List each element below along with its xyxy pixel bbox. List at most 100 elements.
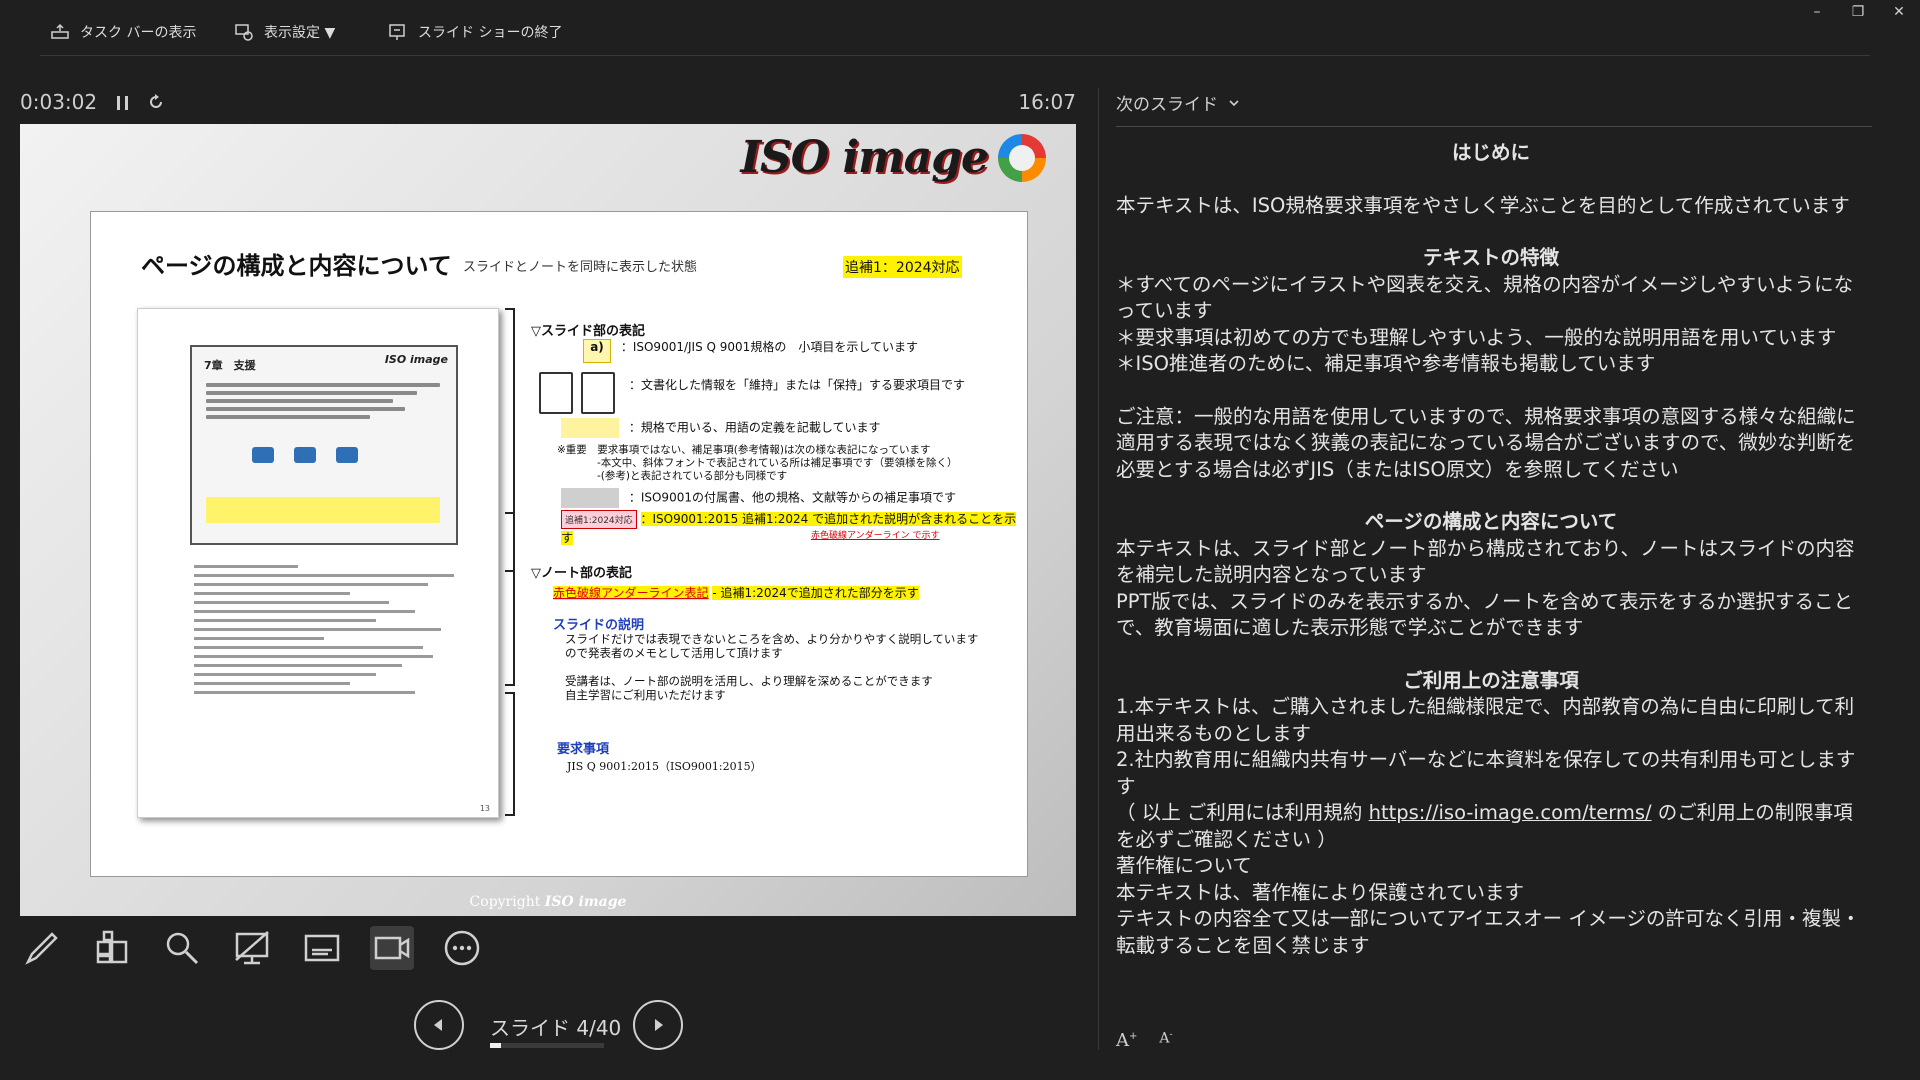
legend-annex: ：ISO9001の付属書、他の規格、文献等からの補足事項です — [628, 490, 956, 505]
requirement-heading: 要求事項 — [557, 742, 610, 757]
slide-progress-fill — [490, 1043, 502, 1048]
term-color-swatch — [561, 418, 619, 438]
annex-color-swatch — [561, 488, 619, 508]
slide-title: ページの構成と内容について — [141, 252, 452, 280]
notes-usage-3: （ 以上 ご利用には利用規約 https://iso-image.com/ter… — [1116, 800, 1866, 853]
camera-button[interactable] — [370, 926, 414, 970]
toolbar-divider — [40, 55, 1870, 56]
legend-subclause: ：ISO9001/JIS Q 9001規格の 小項目を示しています — [620, 340, 918, 354]
slide-copyright: Copyright ISO image — [20, 894, 1076, 910]
copyright-brand: ISO image — [544, 894, 627, 910]
presenter-tools — [20, 926, 484, 970]
next-slide-button[interactable] — [633, 1000, 683, 1050]
requirement-text: JIS Q 9001:2015（ISO9001:2015） — [567, 760, 762, 773]
explanation-heading: スライドの説明 — [553, 618, 645, 633]
speaker-notes[interactable]: はじめに 本テキストは、ISO規格要求事項をやさしく学ぶことを目的として作成され… — [1116, 140, 1866, 959]
maintain-document-icon — [539, 372, 573, 414]
explanation-line-4: 自主学習にご利用いただけます — [565, 688, 726, 702]
pen-icon — [25, 932, 58, 965]
triangle-right-icon — [655, 1019, 663, 1031]
pen-tool-button[interactable] — [20, 926, 64, 970]
thumb-highlight — [206, 497, 440, 523]
close-button[interactable]: ✕ — [1886, 4, 1912, 20]
video-camera-icon — [374, 936, 410, 960]
display-settings-label: 表示設定 ▼ — [264, 25, 336, 41]
thumb-page-number: 13 — [479, 804, 490, 813]
notes-usage-1: 1.本テキストは、ご購入されました組織様限定で、内部教育の為に自由に印刷して利用… — [1116, 695, 1855, 745]
presenter-toolbar: タスク バーの表示 表示設定 ▼ スライド ショーの終了 – ❐ ✕ — [0, 0, 1920, 60]
current-time: 16:07 — [1018, 90, 1076, 114]
grid-icon — [96, 930, 128, 964]
notes-structure-2: PPT版では、スライドのみを表示するか、ノートを含めて表示をするか選択することで… — [1116, 589, 1854, 640]
end-slideshow-button[interactable]: スライド ショーの終了 — [388, 20, 562, 44]
notes-feature-2: ＊要求事項は初めての方でも理解しやすいよう、一般的な説明用語を用いています — [1116, 325, 1837, 349]
explanation-line-3: 受講者は、ノート部の説明を活用し、より理解を深めることができます — [565, 674, 933, 688]
previous-slide-button[interactable] — [414, 1000, 464, 1050]
slide-tag: 追補1：2024対応 — [843, 256, 962, 278]
black-screen-button[interactable] — [230, 926, 274, 970]
zoom-button[interactable] — [160, 926, 204, 970]
thumb-note-lines — [194, 559, 454, 700]
iso-image-logo: ISO image — [740, 132, 1046, 183]
explanation-line-2: ので発表者のメモとして活用して頂けます — [565, 646, 783, 660]
end-slideshow-label: スライド ショーの終了 — [418, 25, 563, 41]
pause-icon[interactable] — [114, 93, 132, 113]
explanation-line-1: スライドだけでは表現できないところを含め、より分かりやすく説明しています — [565, 632, 979, 646]
show-taskbar-label: タスク バーの表示 — [80, 25, 197, 41]
explanation-brace — [505, 512, 515, 686]
legend-documented-info: ：文書化した情報を「維持」または「保持」する要求項目です — [629, 378, 966, 392]
show-taskbar-button[interactable]: タスク バーの表示 — [50, 20, 196, 44]
legend-term: ：規格で用いる、用語の定義を記載しています — [628, 420, 881, 435]
logo-ring-icon — [998, 133, 1046, 182]
thumb-chapter: 7章 支援 — [204, 359, 256, 372]
thumb-illustrations — [252, 447, 358, 463]
notes-feature-1: ＊すべてのページにイラストや図表を交え、規格の内容がイメージしやすいようになって… — [1116, 272, 1854, 323]
legend-note-reference: -(参考)と表記されている部分も同様です — [597, 470, 788, 482]
slide-progress-bar — [490, 1043, 604, 1048]
decrease-font-icon[interactable]: A- — [1159, 1030, 1172, 1051]
pane-divider — [1098, 88, 1099, 1050]
restart-timer-icon[interactable] — [146, 92, 166, 112]
notes-divider — [1116, 126, 1872, 127]
subtitles-icon — [304, 934, 340, 962]
thumb-logo: ISO image — [384, 353, 448, 366]
elapsed-timer: 0:03:02 — [20, 90, 98, 114]
copyright-prefix: Copyright — [469, 894, 541, 910]
next-slide-dropdown[interactable]: 次のスライド — [1116, 90, 1240, 115]
notes-copyright-2: テキストの内容全て又は一部についてアイエスオー イメージの許可なく引用・複製・転… — [1116, 907, 1861, 957]
terms-link[interactable]: https://iso-image.com/terms/ — [1369, 801, 1652, 824]
ellipsis-icon — [444, 930, 480, 966]
restore-button[interactable]: ❐ — [1845, 4, 1871, 20]
notes-intro-text: 本テキストは、ISO規格要求事項をやさしく学ぶことを目的として作成されています — [1116, 193, 1850, 217]
legend-note-important: ※重要 要求事項ではない、補足事項(参考情報)は次の様な表記になっています — [557, 444, 931, 456]
legend-red-underline-desc: - 追補1:2024で追加された部分を示す — [712, 586, 919, 600]
slide-paper: ページの構成と内容について スライドとノートを同時に表示した状態 追補1：202… — [90, 211, 1028, 877]
legend-addendum-note: 赤色破線アンダーライン で示す — [811, 531, 940, 541]
notes-usage-2: 2.社内教育用に組織内共有サーバーなどに本資料を保存しての共有利用も可としますす — [1116, 748, 1856, 798]
more-options-button[interactable] — [440, 926, 484, 970]
sample-slide-thumbnail: 7章 支援 ISO image — [190, 345, 458, 545]
minimize-button[interactable]: – — [1804, 4, 1830, 20]
notes-feature-3: ＊ISO推進者のために、補足事項や参考情報も掲載しています — [1116, 352, 1656, 375]
next-slide-label: 次のスライド — [1116, 95, 1218, 115]
screen-off-icon — [235, 931, 269, 965]
notes-heading-usage: ご利用上の注意事項 — [1403, 668, 1579, 692]
notes-heading-features: テキストの特徴 — [1423, 246, 1559, 269]
notes-structure-1: 本テキストは、スライド部とノート部から構成されており、ノートはスライドの内容を補… — [1116, 536, 1855, 587]
notes-caution: ご注意：一般的な用語を使用していますので、規格要求事項の意図する様々な組織に適用… — [1116, 404, 1856, 481]
legend-note-italic: -本文中、斜体フォントで表記されている所は補足事項です（要領様を除く） — [597, 457, 958, 469]
increase-font-icon[interactable]: A+ — [1116, 1030, 1137, 1051]
notes-heading-structure: ページの構成と内容について — [1364, 510, 1618, 533]
current-slide[interactable]: ISO image ページの構成と内容について スライドとノートを同時に表示した… — [20, 124, 1076, 916]
notes-copyright-1: 本テキストは、著作権により保護されています — [1116, 880, 1524, 904]
note-legend-heading: ▽ノート部の表記 — [531, 566, 632, 581]
subtitles-button[interactable] — [300, 926, 344, 970]
requirement-brace — [505, 692, 515, 816]
display-settings-icon — [235, 24, 253, 41]
sample-page-thumbnail: 7章 支援 ISO image 13 — [137, 308, 499, 818]
display-settings-button[interactable]: 表示設定 ▼ — [234, 20, 335, 44]
end-slideshow-icon — [389, 24, 405, 40]
see-all-slides-button[interactable] — [90, 926, 134, 970]
chevron-down-icon — [1229, 99, 1239, 106]
subclause-badge: a) — [583, 339, 611, 363]
